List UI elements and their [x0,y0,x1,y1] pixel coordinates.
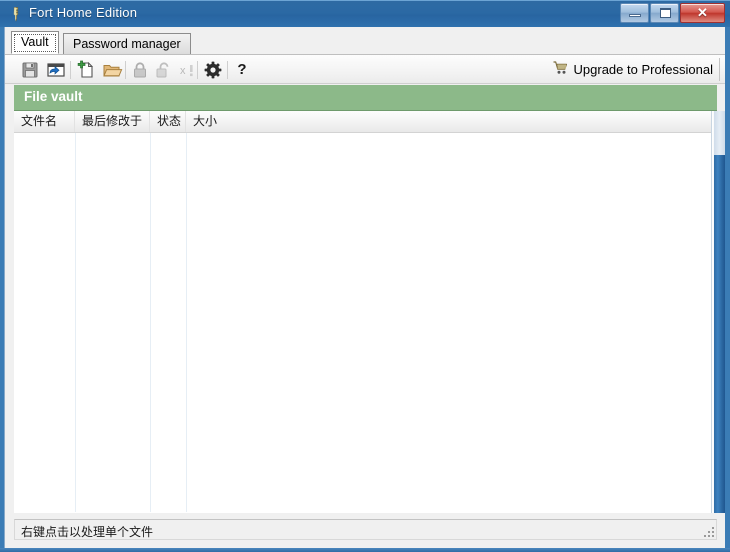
maximize-icon [660,8,671,18]
upgrade-label: Upgrade to Professional [573,62,713,77]
minimize-icon [629,14,641,17]
toolbar-separator [197,61,198,79]
title-bar[interactable]: Fort Home Edition ✕ [0,0,730,27]
column-gridline [150,133,151,512]
toolbar-separator [227,61,228,79]
column-header-last-modified[interactable]: 最后修改于 [75,111,150,132]
upgrade-to-professional-button[interactable]: Upgrade to Professional [548,58,720,81]
vertical-scrollbar[interactable] [711,111,725,513]
column-header-size[interactable]: 大小 [186,111,717,132]
close-button[interactable]: ✕ [680,3,725,23]
shopping-cart-icon [552,59,569,81]
status-bar: 右键点击以处理单个文件 [14,519,717,540]
column-header-filename[interactable]: 文件名 [14,111,75,132]
column-gridline [75,133,76,512]
delete-icon: x [177,59,199,81]
scrollbar-track[interactable] [714,111,725,155]
svg-text:x: x [180,65,186,77]
add-folder-icon[interactable] [101,59,123,81]
tab-vault[interactable]: Vault [11,31,59,54]
tab-password-manager-label: Password manager [73,37,181,51]
column-gridline [186,133,187,512]
column-header-status[interactable]: 状态 [150,111,186,132]
window-bottom-edge [0,548,730,552]
maximize-button[interactable] [650,3,679,23]
status-message: 右键点击以处理单个文件 [21,525,154,539]
add-file-icon[interactable] [75,59,97,81]
resize-grip[interactable] [701,524,714,537]
export-icon[interactable] [45,59,67,81]
tab-vault-label: Vault [21,35,49,49]
application-window: Fort Home Edition ✕ Vault Password manag… [0,0,730,552]
file-vault-header: File vault [14,85,717,111]
help-icon[interactable]: ? [231,59,253,81]
minimize-button[interactable] [620,3,649,23]
window-title: Fort Home Edition [29,5,138,20]
settings-icon[interactable] [202,59,224,81]
app-key-icon [8,6,24,22]
toolbar-separator [125,61,126,79]
window-controls: ✕ [619,3,725,23]
tab-password-manager[interactable]: Password manager [63,33,191,54]
file-list-header: 文件名 最后修改于 状态 大小 [14,111,717,133]
toolbar: x ? Upgrade to Professional [5,54,725,84]
lock-icon [129,59,151,81]
save-icon[interactable] [19,59,41,81]
scrollbar-thumb[interactable] [714,155,725,513]
close-icon: ✕ [697,5,708,20]
client-area: Vault Password manager x ? Upgrade to Pr… [4,27,725,548]
tab-strip: Vault Password manager [5,27,725,54]
file-list[interactable]: 文件名 最后修改于 状态 大小 [14,111,717,513]
file-vault-title: File vault [24,89,83,104]
unlock-icon [153,59,175,81]
file-list-body[interactable] [14,133,717,512]
toolbar-separator [70,61,71,79]
